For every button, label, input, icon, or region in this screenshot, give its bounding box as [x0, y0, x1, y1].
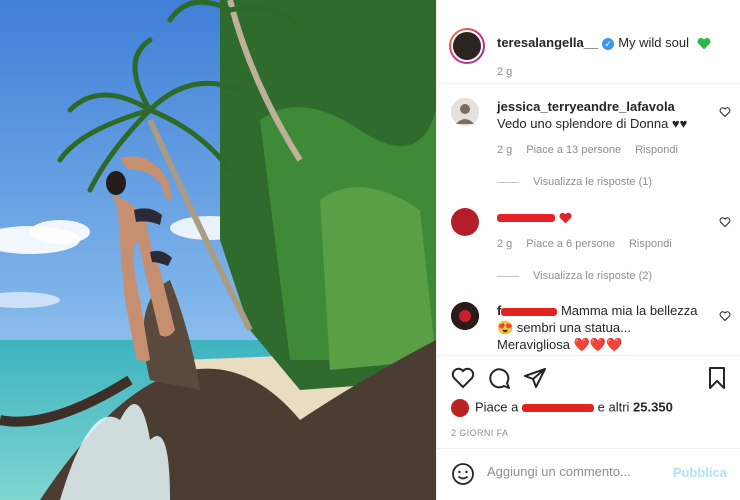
author-avatar[interactable] — [449, 28, 485, 64]
comment-meta: 2 g Piace a 13 persone Rispondi — [497, 144, 692, 156]
share-paper-plane-icon[interactable] — [523, 366, 547, 390]
comment-time[interactable]: 2 g — [497, 238, 512, 250]
likes-summary[interactable]: Piace a e altri 25.350 — [451, 399, 673, 417]
verified-badge-icon: ✓ — [602, 37, 615, 50]
view-replies-button[interactable]: Visualizza le risposte (2) — [497, 270, 652, 282]
liker-avatar — [451, 399, 469, 417]
comment-likes[interactable]: Piace a 13 persone — [526, 144, 621, 156]
redacted-username — [497, 213, 555, 222]
comment-meta: 2 g Piace a 6 persone Rispondi — [497, 238, 686, 250]
reply-button[interactable]: Rispondi — [629, 238, 672, 250]
comment-text: Vedo uno splendore di Donna ♥♥ — [497, 116, 688, 131]
likes-count[interactable]: 25.350 — [633, 399, 673, 414]
comment-bubble-icon[interactable] — [487, 366, 511, 390]
comment-username[interactable]: jessica_terryeandre_lafavola — [497, 99, 675, 114]
comment-like-heart-icon[interactable] — [719, 216, 731, 228]
reply-button[interactable]: Rispondi — [635, 144, 678, 156]
post-header: teresalangella__ ✓ My wild soul 2 g — [437, 0, 740, 84]
beach-photo-image — [0, 0, 436, 500]
add-comment-bar: Pubblica — [437, 448, 740, 500]
view-replies-button[interactable]: Visualizza le risposte (1) — [497, 176, 652, 188]
comment-like-heart-icon[interactable] — [719, 106, 731, 118]
comment-input[interactable] — [487, 464, 667, 479]
comment-body: f Mamma mia la bellezza 😍 sembri una sta… — [497, 302, 707, 353]
comment-body — [497, 208, 707, 225]
commenter-avatar[interactable] — [451, 302, 479, 330]
likes-suffix: e altri — [597, 399, 630, 415]
redacted-username — [501, 307, 558, 316]
comments-list: jessica_terryeandre_lafavola Vedo uno sp… — [437, 84, 740, 354]
view-replies-label: Visualizza le risposte (2) — [533, 270, 653, 282]
comment-likes[interactable]: Piace a 6 persone — [526, 238, 615, 250]
post-photo[interactable] — [0, 0, 436, 500]
post-caption: My wild soul — [618, 35, 689, 50]
view-replies-label: Visualizza le risposte (1) — [533, 176, 653, 188]
likes-prefix: Piace a — [475, 399, 519, 415]
comment-like-heart-icon[interactable] — [719, 310, 731, 322]
like-heart-icon[interactable] — [451, 366, 475, 390]
comment-time[interactable]: 2 g — [497, 144, 512, 156]
bookmark-icon[interactable] — [705, 366, 729, 390]
commenter-avatar[interactable] — [451, 208, 479, 236]
post-date[interactable]: 2 GIORNI FA — [451, 428, 508, 438]
green-heart-icon — [697, 37, 711, 50]
post-modal: teresalangella__ ✓ My wild soul 2 g jessic… — [0, 0, 740, 500]
publish-button[interactable]: Pubblica — [673, 465, 727, 480]
commenter-avatar[interactable] — [451, 98, 479, 126]
post-caption-line: teresalangella__ ✓ My wild soul — [497, 35, 711, 50]
comment-body: jessica_terryeandre_lafavola Vedo uno sp… — [497, 98, 707, 132]
redacted-liker — [522, 404, 594, 412]
emoji-smiley-icon[interactable] — [451, 462, 475, 486]
post-time[interactable]: 2 g — [497, 66, 512, 78]
author-username[interactable]: teresalangella__ — [497, 35, 598, 50]
post-details-panel: teresalangella__ ✓ My wild soul 2 g jessic… — [436, 0, 740, 500]
post-actions: Piace a e altri 25.350 2 GIORNI FA — [437, 355, 740, 447]
red-heart-icon — [559, 212, 572, 223]
